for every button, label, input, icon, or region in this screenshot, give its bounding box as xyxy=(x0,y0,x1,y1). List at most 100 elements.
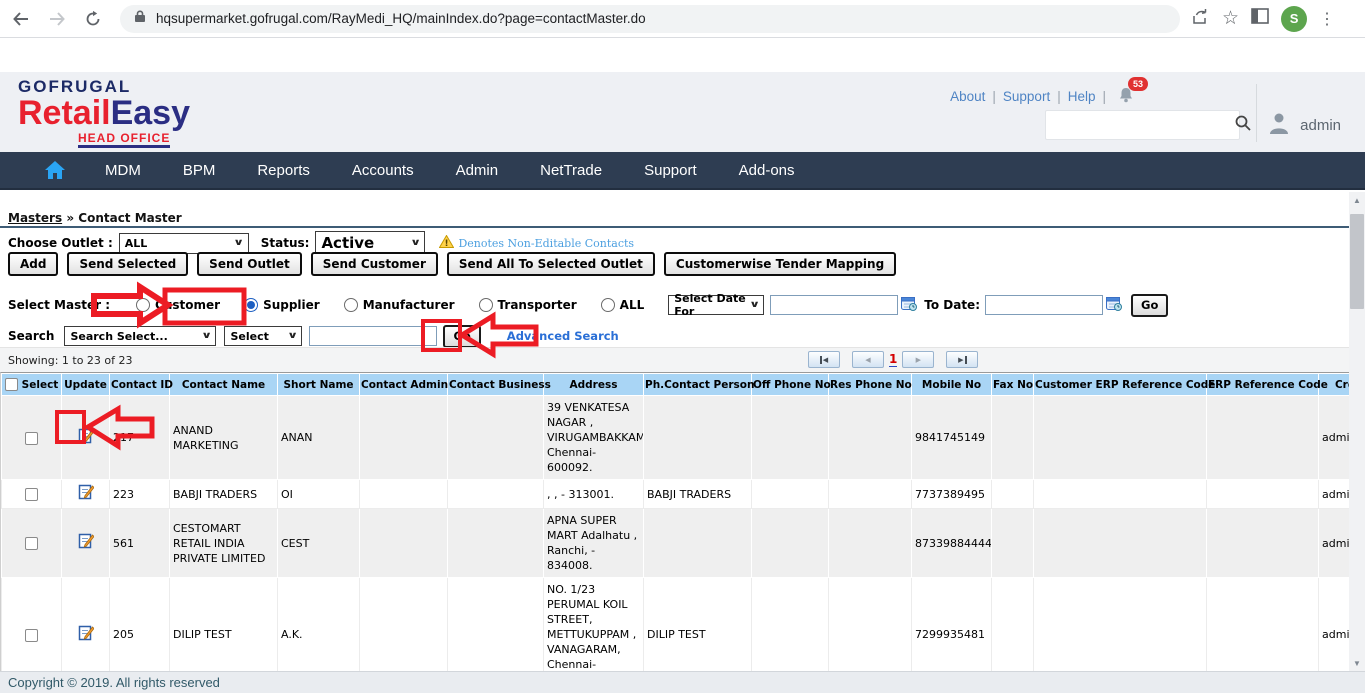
radio-button-icon[interactable] xyxy=(600,298,615,312)
cell-address: APNA SUPER MART Adalhatu , Ranchi, - 834… xyxy=(543,508,644,578)
breadcrumb-divider xyxy=(0,226,1349,228)
row-checkbox[interactable] xyxy=(25,628,38,642)
send-all-to-selected-outlet-button[interactable]: Send All To Selected Outlet xyxy=(446,252,655,276)
cell-short-name: A.K. xyxy=(277,577,360,671)
back-icon[interactable] xyxy=(6,4,36,34)
row-checkbox[interactable] xyxy=(25,431,38,445)
radio-supplier[interactable]: Supplier xyxy=(244,298,320,312)
column-header-address: Address xyxy=(543,373,644,396)
customerwise-tender-mapping-button[interactable]: Customerwise Tender Mapping xyxy=(663,252,897,276)
cell-contact-name: CESTOMART RETAIL INDIA PRIVATE LIMITED xyxy=(169,508,278,578)
cell-contact-admin xyxy=(359,479,448,509)
radio-button-icon[interactable] xyxy=(478,298,493,312)
cell-customer-erp-reference-code xyxy=(1033,479,1207,509)
nav-item-add-ons[interactable]: Add-ons xyxy=(718,153,816,188)
cell-erp-reference-code xyxy=(1206,508,1319,578)
help-link[interactable]: Help xyxy=(1068,89,1096,104)
nav-item-nettrade[interactable]: NetTrade xyxy=(519,153,623,188)
row-checkbox[interactable] xyxy=(25,537,38,550)
cell-mobile-no: 7737389495 xyxy=(911,479,992,509)
search-go-button[interactable]: Go xyxy=(443,324,481,348)
about-link[interactable]: About xyxy=(950,89,985,104)
cell-res-phone-no xyxy=(828,577,912,671)
chevron-down-icon: ∨ xyxy=(749,300,761,310)
notification-bell-icon[interactable]: 53 xyxy=(1117,77,1149,107)
nav-item-mdm[interactable]: MDM xyxy=(84,153,162,188)
nav-item-admin[interactable]: Admin xyxy=(435,153,520,188)
contacts-table: Select Update Contact ID Contact Name Short … xyxy=(1,373,1349,671)
home-icon[interactable] xyxy=(0,160,84,180)
to-date-input[interactable] xyxy=(985,295,1103,315)
select-all-checkbox[interactable] xyxy=(4,378,18,391)
column-header-ph-contact-person: Ph.Contact Person xyxy=(643,373,755,396)
scroll-thumb[interactable] xyxy=(1350,214,1364,309)
cell-short-name: CEST xyxy=(277,508,360,578)
nav-item-reports[interactable]: Reports xyxy=(236,153,331,188)
nav-item-accounts[interactable]: Accounts xyxy=(331,153,435,188)
edit-icon[interactable] xyxy=(78,533,95,553)
edit-icon[interactable] xyxy=(78,428,95,448)
edit-icon[interactable] xyxy=(78,625,95,645)
support-link[interactable]: Support xyxy=(1003,89,1050,104)
row-update-cell xyxy=(61,395,110,480)
date-type-select[interactable]: Select Date For ∨ xyxy=(668,292,765,318)
address-bar[interactable]: hqsupermarket.gofrugal.com/RayMedi_HQ/ma… xyxy=(120,4,1180,33)
copyright-text: Copyright © 2019. All rights reserved xyxy=(8,675,220,690)
breadcrumb-masters[interactable]: Masters xyxy=(8,211,62,225)
radio-label: Supplier xyxy=(263,298,320,312)
header-search-input[interactable] xyxy=(1046,112,1234,138)
send-selected-button[interactable]: Send Selected xyxy=(67,252,189,276)
vertical-scrollbar[interactable]: ▲ ▼ xyxy=(1349,192,1365,671)
cell-ph-contact-person: DILIP TEST xyxy=(643,577,752,671)
chevron-down-icon: ∨ xyxy=(287,331,299,341)
search-operator-select[interactable]: Select ∨ xyxy=(224,326,303,346)
forward-icon[interactable] xyxy=(42,4,72,34)
send-customer-button[interactable]: Send Customer xyxy=(310,252,438,276)
radio-button-icon[interactable] xyxy=(244,298,259,312)
last-page-button[interactable]: ▶ xyxy=(946,351,979,368)
user-menu[interactable]: admin xyxy=(1266,110,1341,140)
choose-outlet-select[interactable]: ALL ∨ xyxy=(118,232,249,254)
cell-res-phone-no xyxy=(828,395,912,480)
radio-button-icon[interactable] xyxy=(343,298,358,312)
scroll-up-button[interactable]: ▲ xyxy=(1349,192,1365,208)
side-panel-icon[interactable] xyxy=(1251,8,1269,29)
add-button[interactable]: Add xyxy=(8,252,59,276)
first-page-button[interactable]: ◀ xyxy=(808,351,840,368)
page-number[interactable]: 1 xyxy=(889,352,898,367)
calendar-icon[interactable] xyxy=(1106,296,1123,315)
profile-avatar[interactable]: S xyxy=(1281,5,1308,32)
search-field-select[interactable]: Search Select... ∨ xyxy=(64,326,217,346)
browser-menu-icon[interactable]: ⋮ xyxy=(1319,9,1335,29)
date-go-button[interactable]: Go xyxy=(1131,293,1169,317)
cell-mobile-no: 7299935481 xyxy=(911,577,992,671)
scroll-down-button[interactable]: ▼ xyxy=(1349,655,1365,671)
to-date-label: To Date: xyxy=(924,298,980,312)
cell-contact-business xyxy=(447,479,544,509)
radio-manufacturer[interactable]: Manufacturer xyxy=(343,298,455,312)
radio-all[interactable]: ALL xyxy=(600,298,644,312)
search-query-input[interactable] xyxy=(309,326,438,346)
row-checkbox[interactable] xyxy=(25,488,38,501)
send-outlet-button[interactable]: Send Outlet xyxy=(197,252,302,276)
nav-item-bpm[interactable]: BPM xyxy=(162,153,237,188)
cell-contact-id: 223 xyxy=(109,479,170,509)
radio-customer[interactable]: Customer xyxy=(136,298,220,312)
cell-address: NO. 1/23 PERUMAL KOIL STREET, METTUKUPPA… xyxy=(543,577,644,671)
reload-icon[interactable] xyxy=(78,4,108,34)
next-page-button[interactable]: ▶ xyxy=(902,351,935,368)
advanced-search-link[interactable]: Advanced Search xyxy=(507,329,619,343)
user-icon xyxy=(1266,110,1292,140)
search-icon[interactable] xyxy=(1234,114,1252,137)
nav-item-support[interactable]: Support xyxy=(623,153,718,188)
prev-page-button[interactable]: ◀ xyxy=(852,351,884,368)
radio-button-icon[interactable] xyxy=(136,298,151,312)
edit-icon[interactable] xyxy=(78,484,95,504)
cell-customer-erp-reference-code xyxy=(1033,577,1207,671)
bookmark-star-icon[interactable]: ☆ xyxy=(1222,7,1239,30)
radio-transporter[interactable]: Transporter xyxy=(478,298,577,312)
share-icon[interactable] xyxy=(1190,6,1210,31)
calendar-icon[interactable] xyxy=(901,296,918,315)
radio-label: Transporter xyxy=(497,298,577,312)
from-date-input[interactable] xyxy=(770,295,899,315)
